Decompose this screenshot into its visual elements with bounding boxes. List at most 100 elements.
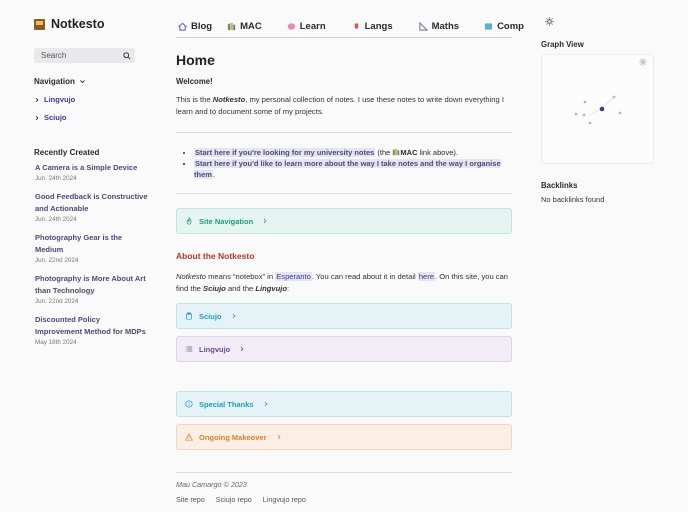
list-icon — [185, 346, 193, 352]
special-thanks-callout[interactable]: Special Thanks — [176, 391, 512, 417]
topnav-label: Comp — [497, 21, 524, 32]
mac-bold: MAC — [400, 148, 418, 157]
left-sidebar: Notkesto Search Navigation Lingvujo Sciu… — [34, 14, 154, 355]
topnav-learn[interactable]: Learn — [287, 21, 326, 32]
topnav-comp[interactable]: Comp — [484, 21, 524, 32]
bullet-text: . — [212, 170, 216, 179]
chevron-right-icon — [263, 218, 267, 224]
site-brand[interactable]: Notkesto — [34, 14, 154, 34]
welcome-text: Welcome! — [176, 77, 213, 86]
recent-title[interactable]: A Camera is a Simple Device — [35, 162, 149, 174]
nav-item-sciujo[interactable]: Sciujo — [34, 113, 154, 122]
list-item[interactable]: Photography Gear is the Medium Jun. 22nd… — [34, 232, 149, 265]
top-navigation: Blog MAC Learn Langs Maths Comp — [176, 16, 524, 38]
intro-prefix: This is the — [176, 95, 213, 104]
bullet-text: (the — [375, 148, 393, 157]
callout-title: Ongoing Makeover — [199, 432, 267, 442]
intro-name: Notkesto — [212, 95, 246, 104]
about-word: Sciujo — [203, 284, 226, 293]
about-word: Notkesto — [176, 272, 206, 281]
brain-icon — [287, 23, 296, 30]
footer-link-sciujo-repo[interactable]: Sciujo repo — [216, 495, 252, 504]
footer-link-site-repo[interactable]: Site repo — [176, 495, 205, 504]
topnav-label: Maths — [431, 21, 460, 32]
lingvujo-callout[interactable]: Lingvujo — [176, 336, 512, 362]
list-item: Start here if you're looking for my univ… — [194, 147, 512, 158]
recent-title[interactable]: Photography Gear is the Medium — [35, 232, 149, 256]
graph-node[interactable] — [599, 106, 605, 112]
footer-link-lingvujo-repo[interactable]: Lingvujo repo — [263, 495, 306, 504]
chevron-right-icon — [277, 434, 281, 440]
page-title: Home — [176, 52, 215, 68]
divider — [176, 193, 512, 194]
global-graph-icon[interactable] — [639, 58, 647, 66]
graph-node[interactable] — [574, 112, 578, 116]
graph-canvas[interactable] — [542, 55, 655, 165]
computer-icon — [484, 23, 493, 30]
house-icon — [178, 22, 187, 31]
list-item[interactable]: Good Feedback is Constructive and Action… — [34, 191, 149, 224]
topnav-langs[interactable]: Langs — [352, 21, 393, 32]
sciujo-callout[interactable]: Sciujo — [176, 303, 512, 329]
warning-icon — [185, 433, 193, 441]
topnav-maths[interactable]: Maths — [418, 21, 460, 32]
callout-title: Sciujo — [199, 311, 222, 321]
topnav-label: Langs — [364, 21, 393, 32]
flame-icon — [186, 217, 192, 225]
recent-title[interactable]: Good Feedback is Constructive and Action… — [35, 191, 149, 215]
ongoing-makeover-callout[interactable]: Ongoing Makeover — [176, 424, 512, 450]
recent-date: Jun. 24th 2024 — [35, 175, 77, 182]
list-item[interactable]: A Camera is a Simple Device Jun. 24th 20… — [34, 162, 149, 183]
callout-title: Special Thanks — [199, 399, 254, 409]
about-text: and the — [225, 284, 256, 293]
graph-node[interactable] — [588, 121, 592, 125]
university-notes-link[interactable]: Start here if you're looking for my univ… — [194, 148, 376, 157]
nav-item-lingvujo[interactable]: Lingvujo — [34, 95, 154, 104]
about-text: : — [287, 284, 290, 293]
recently-created-heading: Recently Created — [34, 148, 100, 157]
chevron-right-icon — [35, 97, 39, 102]
site-title[interactable]: Notkesto — [51, 17, 104, 31]
topnav-blog[interactable]: Blog — [178, 21, 212, 32]
recent-date: May 18th 2024 — [35, 339, 77, 346]
callout-title: Site Navigation — [199, 216, 254, 226]
intro-paragraph: This is the Notkesto, my personal collec… — [176, 94, 512, 118]
site-navigation-callout[interactable]: Site Navigation — [176, 208, 512, 234]
bullet-text: link above). — [417, 148, 458, 157]
chevron-right-icon — [241, 346, 244, 352]
note-taking-link[interactable]: Start here if you'd like to learn more a… — [194, 159, 501, 179]
chevron-down-icon — [79, 80, 85, 84]
backlinks-empty-text: No backlinks found — [541, 195, 605, 204]
graph-node[interactable] — [618, 111, 622, 115]
topnav-mac[interactable]: MAC — [227, 21, 262, 32]
footer-credit: Mau Camargo © 2023 — [176, 480, 247, 489]
list-item[interactable]: Discounted Policy Improvement Method for… — [34, 314, 149, 347]
recent-title[interactable]: Discounted Policy Improvement Method for… — [35, 314, 149, 338]
recent-date: Jun. 22nd 2024 — [35, 257, 79, 264]
esperanto-link[interactable]: Esperanto — [275, 272, 312, 281]
graph-node[interactable] — [582, 113, 586, 117]
search-input[interactable]: Search — [34, 48, 135, 63]
list-item: Start here if you'd like to learn more a… — [194, 158, 512, 180]
graph-node[interactable] — [583, 100, 587, 104]
here-link[interactable]: here — [417, 272, 436, 281]
topnav-label: MAC — [240, 21, 262, 32]
graph-view-heading: Graph View — [541, 40, 584, 49]
start-links-list: Start here if you're looking for my univ… — [176, 147, 512, 180]
triangle-ruler-icon — [418, 22, 428, 31]
list-item[interactable]: Photography is More About Art than Techn… — [34, 273, 149, 306]
graph-view[interactable] — [541, 54, 654, 164]
nav-item-label: Sciujo — [44, 113, 67, 122]
graph-node[interactable] — [612, 95, 616, 99]
chevron-right-icon — [35, 115, 39, 120]
notebox-logo-icon — [34, 18, 45, 30]
divider — [176, 132, 512, 133]
navigation-toggle[interactable]: Navigation — [34, 77, 154, 86]
main-content: Home Welcome! This is the Notkesto, my p… — [176, 52, 512, 504]
about-heading: About the Notkesto — [176, 251, 255, 261]
topnav-label: Blog — [191, 21, 213, 32]
sun-icon[interactable] — [545, 17, 554, 26]
recent-title[interactable]: Photography is More About Art than Techn… — [35, 273, 149, 297]
footer-links: Site repo Sciujo repo Lingvujo repo — [176, 495, 512, 504]
tongue-icon — [354, 23, 358, 29]
